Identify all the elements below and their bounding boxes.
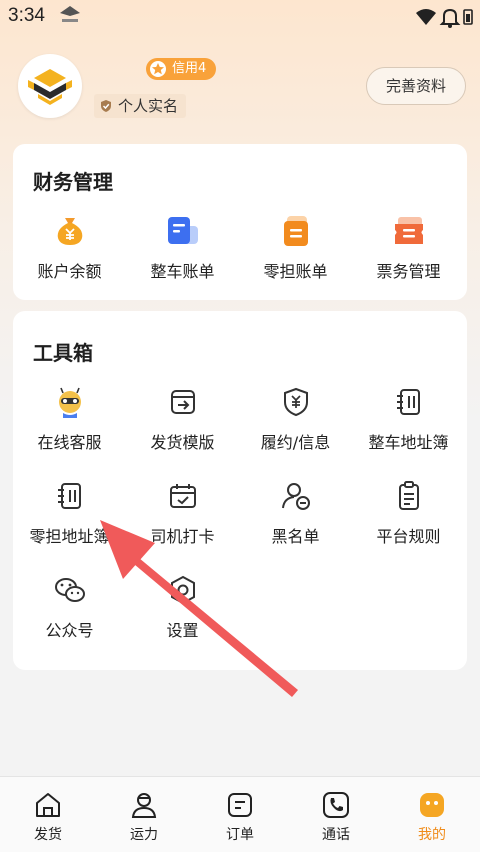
finance-item-label: 账户余额 [37, 262, 102, 281]
finance-item-balance[interactable]: 账户余额 [13, 214, 126, 282]
tool-item-template[interactable]: 发货模版 [126, 385, 239, 453]
nav-item-ship[interactable]: 发货 [0, 777, 96, 852]
wechat-icon [54, 578, 85, 602]
auth-tag[interactable]: 个人实名 [94, 94, 187, 118]
tool-item-truck-address-book[interactable]: 整车地址簿 [352, 385, 465, 453]
bee-logo-icon [28, 69, 72, 105]
notification-bell-icon [439, 8, 461, 28]
status-time: 3:34 [8, 5, 45, 26]
tools-card: 工具箱 在线客服 发货模版 履约/信息 整车地址簿 零担地址簿 司机打卡 黑名单… [13, 311, 467, 670]
home-icon [36, 793, 60, 817]
user-block-icon [281, 483, 310, 510]
tool-item-blacklist[interactable]: 黑名单 [239, 479, 352, 547]
finance-item-label: 整车账单 [150, 262, 215, 281]
bottom-nav: 发货 运力 订单 通话 我的 [0, 776, 480, 852]
status-bar: 3:34 [0, 0, 480, 34]
nav-label: 通话 [322, 827, 350, 843]
phone-icon [323, 792, 349, 818]
clipboard-icon [398, 481, 419, 510]
finance-card: 财务管理 账户余额 整车账单 零担账单 票务管理 [13, 144, 467, 300]
template-icon [170, 390, 195, 414]
address-book-icon [396, 389, 420, 415]
tool-item-driver-checkin[interactable]: 司机打卡 [126, 479, 239, 547]
finance-item-ticket[interactable]: 票务管理 [352, 214, 465, 282]
address-book-icon [57, 483, 81, 509]
tool-item-label: 发货模版 [150, 433, 215, 452]
driver-icon [131, 793, 157, 818]
finance-item-label: 零担账单 [263, 262, 328, 281]
avatar[interactable] [18, 54, 82, 118]
money-bag-icon [57, 218, 82, 245]
star-icon [150, 61, 166, 77]
tool-item-label: 整车地址簿 [368, 433, 449, 452]
nav-label: 运力 [130, 827, 158, 843]
app-mini-icon [60, 6, 80, 22]
auth-label: 个人实名 [118, 97, 179, 115]
tool-item-ltl-address-book[interactable]: 零担地址簿 [13, 479, 126, 547]
tool-item-online-service[interactable]: 在线客服 [13, 385, 126, 453]
nav-item-capacity[interactable]: 运力 [96, 777, 192, 852]
finance-item-ltl-bill[interactable]: 零担账单 [239, 214, 352, 282]
status-icons [416, 8, 473, 28]
complete-profile-button[interactable]: 完善资料 [366, 67, 466, 105]
verified-check-icon [101, 100, 111, 112]
tools-title: 工具箱 [33, 341, 93, 365]
tool-item-performance[interactable]: 履约/信息 [239, 385, 352, 453]
tool-item-label: 履约/信息 [260, 433, 331, 452]
battery-icon [463, 9, 473, 25]
tool-item-label: 零担地址簿 [29, 527, 110, 546]
tool-item-label: 平台规则 [376, 527, 441, 546]
tool-item-label: 在线客服 [37, 433, 102, 452]
truck-bill-icon [167, 217, 198, 244]
nav-item-mine[interactable]: 我的 [384, 777, 480, 852]
finance-item-label: 票务管理 [376, 262, 441, 281]
wifi-icon [416, 9, 436, 25]
tool-item-label: 黑名单 [271, 527, 320, 546]
bee-service-icon [58, 387, 81, 418]
tool-item-label: 设置 [166, 621, 199, 640]
credit-label: 信用4 [172, 61, 207, 76]
calendar-check-icon [169, 484, 196, 508]
tool-item-settings[interactable]: 设置 [126, 573, 239, 641]
mine-icon [420, 793, 444, 817]
nav-label: 发货 [34, 827, 62, 843]
ticket-icon [394, 217, 423, 244]
credit-badge[interactable]: 信用4 [146, 58, 217, 80]
tool-item-label: 公众号 [45, 621, 94, 640]
tool-item-official-account[interactable]: 公众号 [13, 573, 126, 641]
order-icon [228, 793, 252, 817]
finance-title: 财务管理 [33, 170, 113, 194]
ltl-bill-icon [283, 216, 308, 246]
nav-label: 我的 [418, 827, 446, 843]
nav-item-calls[interactable]: 通话 [288, 777, 384, 852]
settings-icon [170, 575, 195, 605]
finance-item-truck-bill[interactable]: 整车账单 [126, 214, 239, 282]
tool-item-label: 司机打卡 [150, 527, 215, 546]
tool-item-platform-rules[interactable]: 平台规则 [352, 479, 465, 547]
yuan-shield-icon [283, 387, 308, 417]
nav-item-orders[interactable]: 订单 [192, 777, 288, 852]
nav-label: 订单 [226, 827, 254, 843]
